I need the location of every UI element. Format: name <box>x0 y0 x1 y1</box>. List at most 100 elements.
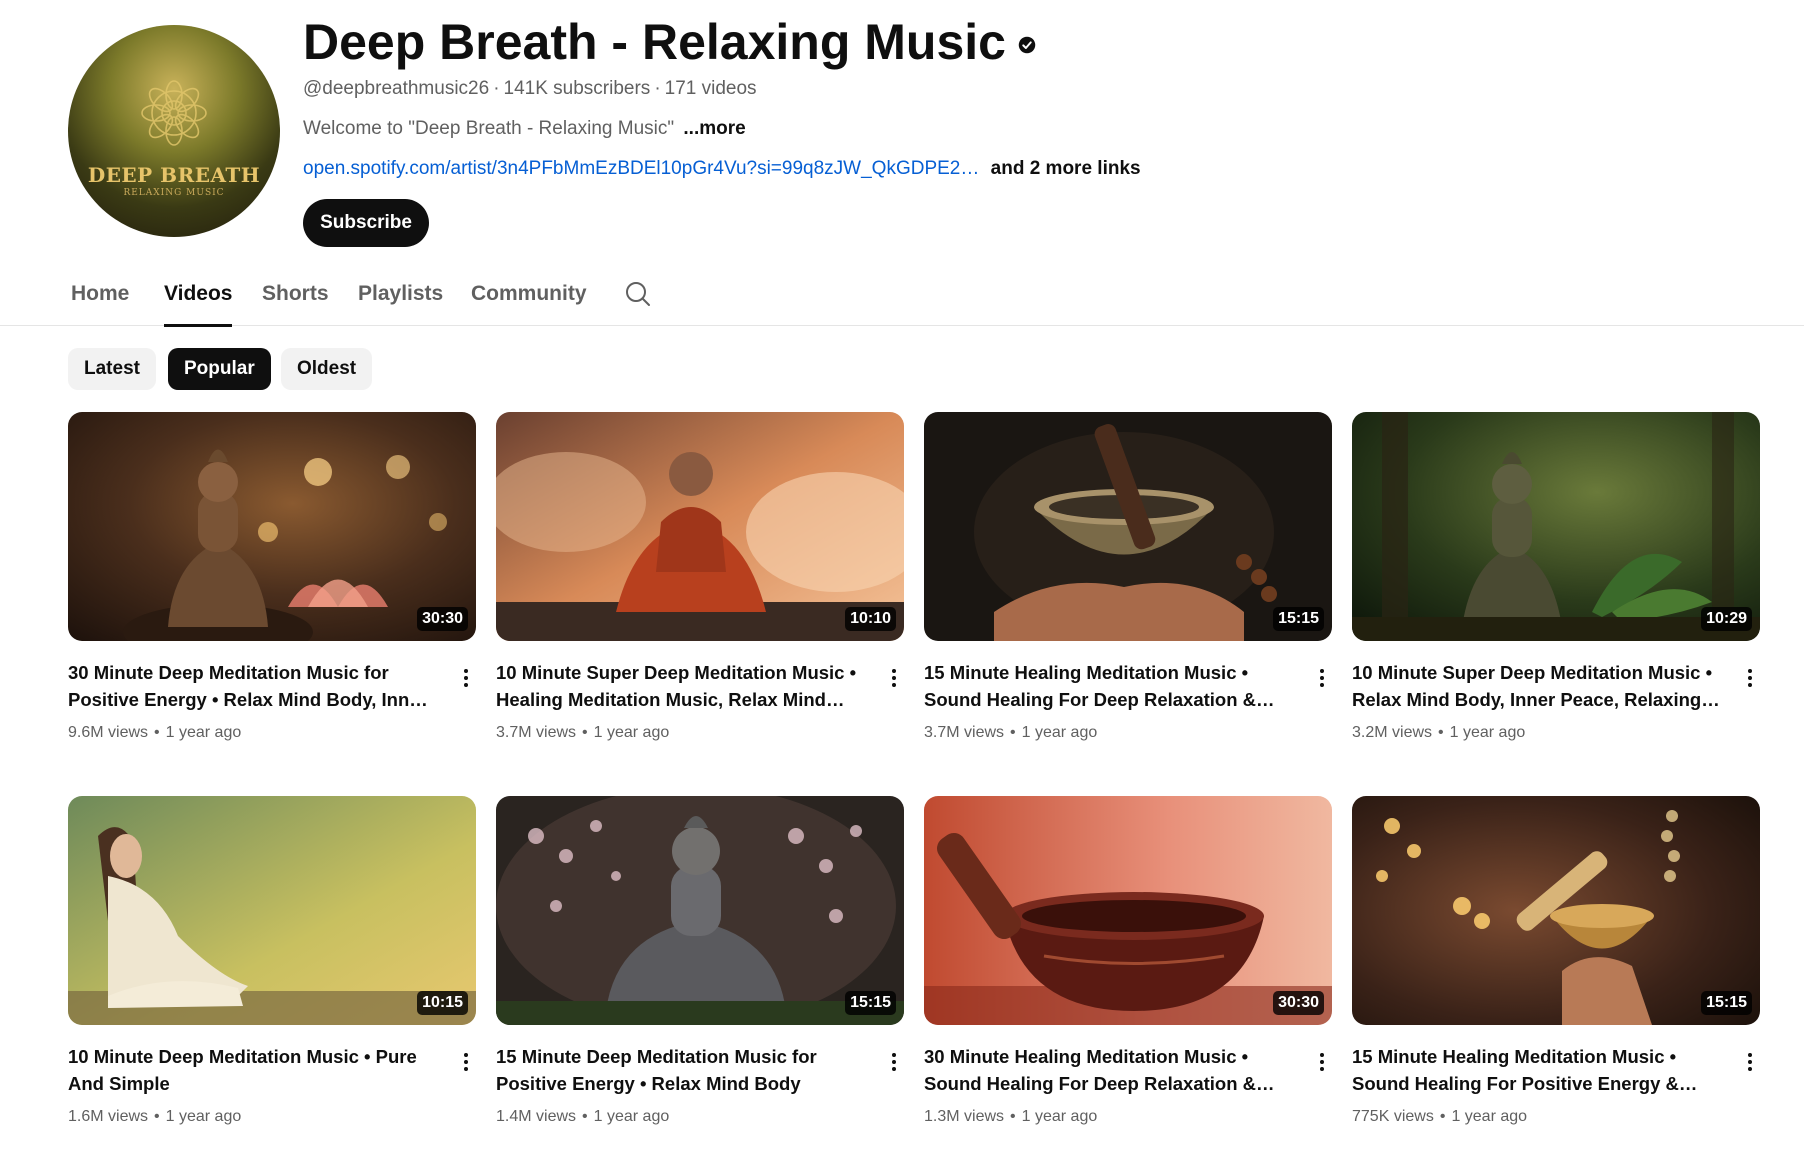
duration-badge: 10:10 <box>845 607 896 631</box>
woman-meditating-thumbnail-art <box>68 796 476 1025</box>
duration-badge: 30:30 <box>417 607 468 631</box>
view-count: 1.6M views <box>68 1108 149 1125</box>
video-card[interactable]: 10:10 10 Minute Super Deep Meditation Mu… <box>496 412 904 744</box>
video-title[interactable]: 10 Minute Super Deep Meditation Music • … <box>496 659 866 713</box>
filter-oldest[interactable]: Oldest <box>281 348 373 390</box>
video-thumbnail[interactable]: 10:29 <box>1352 412 1760 641</box>
subscribe-button[interactable]: Subscribe <box>303 199 429 247</box>
video-title[interactable]: 10 Minute Super Deep Meditation Music • … <box>1352 659 1722 713</box>
duration-badge: 30:30 <box>1273 991 1324 1015</box>
description-text: Welcome to "Deep Breath - Relaxing Music… <box>303 118 675 139</box>
tab-community[interactable]: Community <box>471 262 587 326</box>
more-options-icon[interactable] <box>456 1047 476 1077</box>
video-card[interactable]: 15:15 15 Minute Deep Meditation Music fo… <box>496 796 904 1128</box>
more-options-icon[interactable] <box>456 663 476 693</box>
tab-home[interactable]: Home <box>71 262 129 326</box>
channel-name: Deep Breath - Relaxing Music <box>303 14 1006 70</box>
avatar-brand-text: DEEP BREATH <box>87 163 261 187</box>
video-title[interactable]: 15 Minute Healing Meditation Music • Sou… <box>924 659 1294 713</box>
video-card[interactable]: 30:30 30 Minute Healing Meditation Music… <box>924 796 1332 1128</box>
video-thumbnail[interactable]: 10:10 <box>496 412 904 641</box>
more-options-icon[interactable] <box>1740 1047 1760 1077</box>
avatar-brand-subtext: RELAXING MUSIC <box>123 188 225 198</box>
video-card[interactable]: 15:15 15 Minute Healing Meditation Music… <box>924 412 1332 744</box>
filter-popular[interactable]: Popular <box>168 348 271 390</box>
more-links-button[interactable]: and 2 more links <box>991 158 1141 179</box>
description-more-button[interactable]: ...more <box>683 118 745 139</box>
view-count: 775K views <box>1352 1108 1434 1125</box>
filter-latest[interactable]: Latest <box>68 348 156 390</box>
video-meta: 9.6M views • 1 year ago <box>68 724 242 741</box>
channel-title: Deep Breath - Relaxing Music <box>303 12 1036 72</box>
more-options-icon[interactable] <box>884 1047 904 1077</box>
view-count: 1.4M views <box>496 1108 577 1125</box>
video-card[interactable]: 10:15 10 Minute Deep Meditation Music • … <box>68 796 476 1128</box>
subscriber-count: 141K subscribers <box>503 78 651 99</box>
channel-tabs: Home Videos Shorts Playlists Community <box>0 262 1804 327</box>
singing-bowl-red-thumbnail-art <box>924 796 1332 1025</box>
view-count: 3.7M views <box>924 724 1005 741</box>
view-count: 9.6M views <box>68 724 149 741</box>
channel-description[interactable]: Welcome to "Deep Breath - Relaxing Music… <box>303 118 746 140</box>
upload-age: 1 year ago <box>593 1108 670 1125</box>
upload-age: 1 year ago <box>165 724 242 741</box>
upload-age: 1 year ago <box>1021 1108 1098 1125</box>
video-title[interactable]: 15 Minute Healing Meditation Music • Sou… <box>1352 1043 1722 1097</box>
tab-shorts[interactable]: Shorts <box>262 262 329 326</box>
video-card[interactable]: 30:30 30 Minute Deep Meditation Music fo… <box>68 412 476 744</box>
view-count: 3.7M views <box>496 724 577 741</box>
view-count: 3.2M views <box>1352 724 1433 741</box>
duration-badge: 10:15 <box>417 991 468 1015</box>
channel-handle: @deepbreathmusic26 <box>303 78 490 99</box>
more-options-icon[interactable] <box>1312 1047 1332 1077</box>
duration-badge: 15:15 <box>845 991 896 1015</box>
video-card[interactable]: 15:15 15 Minute Healing Meditation Music… <box>1352 796 1760 1128</box>
lotus-mandala-icon <box>141 80 207 146</box>
video-thumbnail[interactable]: 30:30 <box>68 412 476 641</box>
video-title[interactable]: 10 Minute Deep Meditation Music • Pure A… <box>68 1043 438 1097</box>
upload-age: 1 year ago <box>1021 724 1098 741</box>
more-options-icon[interactable] <box>884 663 904 693</box>
video-thumbnail[interactable]: 10:15 <box>68 796 476 1025</box>
buddha-forest-thumbnail-art <box>1352 412 1760 641</box>
video-count: 171 videos <box>664 78 757 99</box>
view-count: 1.3M views <box>924 1108 1005 1125</box>
video-meta: 775K views • 1 year ago <box>1352 1108 1528 1125</box>
channel-meta: @deepbreathmusic26 · 141K subscribers · 171 … <box>303 78 757 99</box>
singing-bowl-thumbnail-art <box>924 412 1332 641</box>
video-meta: 1.4M views • 1 year ago <box>496 1108 670 1125</box>
video-thumbnail[interactable]: 30:30 <box>924 796 1332 1025</box>
verified-check-icon <box>1018 36 1036 54</box>
video-title[interactable]: 15 Minute Deep Meditation Music for Posi… <box>496 1043 866 1097</box>
buddha-blossoms-thumbnail-art <box>496 796 904 1025</box>
video-meta: 1.6M views • 1 year ago <box>68 1108 242 1125</box>
spotify-link[interactable]: open.spotify.com/artist/3n4PFbMmEzBDEl10… <box>303 158 979 179</box>
channel-avatar[interactable]: DEEP BREATH RELAXING MUSIC <box>68 25 280 237</box>
duration-badge: 10:29 <box>1701 607 1752 631</box>
tab-playlists[interactable]: Playlists <box>358 262 443 326</box>
video-meta: 3.7M views • 1 year ago <box>924 724 1098 741</box>
search-icon[interactable] <box>624 280 652 308</box>
channel-links: open.spotify.com/artist/3n4PFbMmEzBDEl10… <box>303 158 1141 180</box>
channel-page: DEEP BREATH RELAXING MUSIC Deep Breath -… <box>0 0 1804 1154</box>
monk-clouds-thumbnail-art <box>496 412 904 641</box>
upload-age: 1 year ago <box>593 724 670 741</box>
upload-age: 1 year ago <box>165 1108 242 1125</box>
video-thumbnail[interactable]: 15:15 <box>496 796 904 1025</box>
video-card[interactable]: 10:29 10 Minute Super Deep Meditation Mu… <box>1352 412 1760 744</box>
duration-badge: 15:15 <box>1273 607 1324 631</box>
video-meta: 1.3M views • 1 year ago <box>924 1108 1098 1125</box>
video-thumbnail[interactable]: 15:15 <box>1352 796 1760 1025</box>
upload-age: 1 year ago <box>1451 1108 1528 1125</box>
video-title[interactable]: 30 Minute Deep Meditation Music for Posi… <box>68 659 438 713</box>
video-meta: 3.2M views • 1 year ago <box>1352 724 1526 741</box>
bowl-candles-thumbnail-art <box>1352 796 1760 1025</box>
duration-badge: 15:15 <box>1701 991 1752 1015</box>
more-options-icon[interactable] <box>1312 663 1332 693</box>
upload-age: 1 year ago <box>1449 724 1526 741</box>
video-meta: 3.7M views • 1 year ago <box>496 724 670 741</box>
video-thumbnail[interactable]: 15:15 <box>924 412 1332 641</box>
more-options-icon[interactable] <box>1740 663 1760 693</box>
video-title[interactable]: 30 Minute Healing Meditation Music • Sou… <box>924 1043 1294 1097</box>
tab-videos[interactable]: Videos <box>164 262 233 327</box>
